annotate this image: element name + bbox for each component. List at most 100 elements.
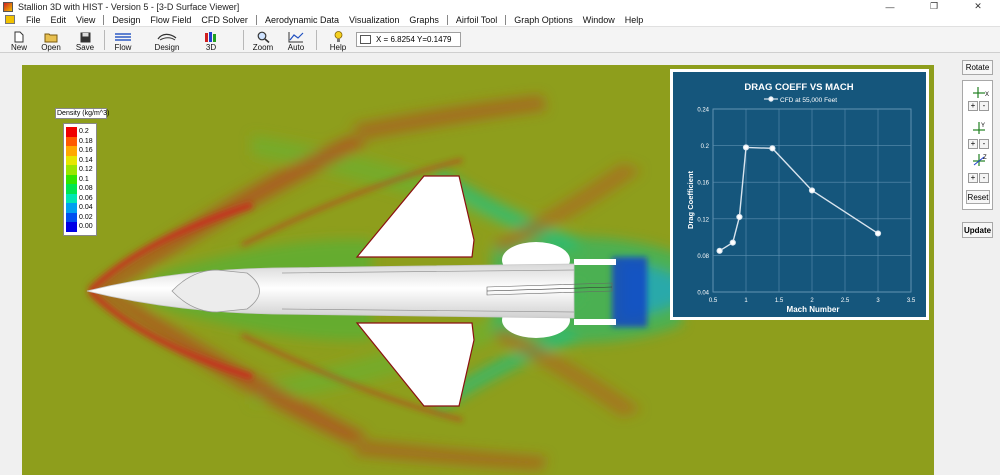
app-icon	[3, 1, 13, 12]
chart-title: DRAG COEFF VS MACH	[744, 82, 853, 93]
menu-flow-field[interactable]: Flow Field	[145, 15, 196, 25]
menu-visualization[interactable]: Visualization	[344, 15, 404, 25]
new-button[interactable]: New	[8, 29, 30, 52]
legend-entry: 0.2	[66, 127, 94, 137]
y-rotate-plus[interactable]: +	[968, 139, 978, 149]
legend-series-label: CFD at 55,000 Feet	[780, 97, 837, 104]
legend-swatch	[66, 146, 77, 156]
menu-view[interactable]: View	[71, 15, 100, 25]
data-point	[769, 145, 776, 152]
z-rotate-minus[interactable]: -	[979, 173, 989, 183]
legend-value: 0.08	[79, 185, 93, 193]
legend-value: 0.04	[79, 204, 93, 212]
drag-chart-panel: DRAG COEFF VS MACH CFD at 55,000 Feet 0.…	[670, 69, 929, 320]
z-axis-icon: Z	[971, 153, 987, 167]
y-tick-label: 0.08	[697, 254, 709, 260]
legend-entry: 0.18	[66, 136, 94, 146]
toolbar: New Open Save Flow Design 3D Zoom Auto H…	[0, 27, 1000, 53]
data-point	[808, 187, 816, 194]
y-axis-icon: Y	[971, 121, 987, 135]
maximize-button[interactable]: ❐	[912, 0, 956, 13]
auto-button[interactable]: Auto	[284, 29, 308, 52]
legend-value: 0.14	[79, 156, 93, 164]
z-rotate-plus[interactable]: +	[968, 173, 978, 183]
menu-aerodynamic-data[interactable]: Aerodynamic Data	[260, 15, 344, 25]
svg-text:Y: Y	[981, 123, 985, 129]
coordinate-readout: X = 6.8254 Y=0.1479	[356, 32, 461, 47]
y-tick-label: 0.12	[697, 217, 709, 223]
legend-swatch	[66, 222, 77, 232]
floppy-disk-icon	[80, 31, 91, 43]
folder-icon	[44, 31, 58, 43]
menu-file[interactable]: File	[21, 15, 46, 25]
legend-swatch	[66, 184, 77, 194]
legend-value: 0.12	[79, 166, 93, 174]
menu-cfd-solver[interactable]: CFD Solver	[196, 15, 253, 25]
design-button[interactable]: Design	[152, 29, 182, 52]
legend-value: 0.2	[79, 128, 89, 136]
legend-swatch	[66, 155, 77, 165]
auto-scale-chart-icon	[288, 31, 304, 43]
menu-separator	[446, 14, 448, 25]
menu-airfoil-tool[interactable]: Airfoil Tool	[451, 15, 502, 25]
density-legend: Density (kg/m^3) 0.2 0.18 0.16 0.14 0.12 0.1 0…	[55, 108, 110, 236]
axis-rotation-controls: X + - Y + - Z + - Reset	[962, 80, 993, 210]
menu-help[interactable]: Help	[620, 15, 649, 25]
close-button[interactable]: ✕	[956, 0, 1000, 13]
save-button[interactable]: Save	[73, 29, 97, 52]
new-file-icon	[14, 31, 24, 43]
svg-text:X: X	[985, 92, 989, 98]
menu-graphs[interactable]: Graphs	[404, 15, 444, 25]
toolbar-separator	[104, 30, 105, 50]
legend-swatch	[66, 165, 77, 175]
flow-button[interactable]: Flow	[110, 29, 136, 52]
magnifier-icon	[257, 31, 270, 43]
data-point	[742, 144, 750, 151]
reset-button[interactable]: Reset	[966, 190, 990, 204]
minimize-button[interactable]: —	[868, 0, 912, 13]
lower-strut	[574, 319, 616, 325]
toolbar-separator	[316, 30, 317, 50]
menu-separator	[255, 14, 257, 25]
rotate-button[interactable]: Rotate	[962, 60, 993, 75]
legend-swatch	[66, 136, 77, 146]
cursor-position-icon	[360, 35, 371, 44]
menu-edit[interactable]: Edit	[46, 15, 72, 25]
x-tick-label: 0.5	[709, 298, 718, 304]
menu-window[interactable]: Window	[578, 15, 620, 25]
3d-button[interactable]: 3D	[201, 29, 221, 52]
help-button[interactable]: Help	[327, 29, 349, 52]
y-rotate-minus[interactable]: -	[979, 139, 989, 149]
legend-entry: 0.02	[66, 212, 94, 222]
flow-lines-icon	[114, 31, 132, 43]
x-tick-label: 2.5	[841, 298, 850, 304]
3d-view-icon	[204, 31, 218, 43]
legend-title: Density (kg/m^3)	[55, 108, 110, 119]
x-axis-label: Mach Number	[787, 305, 840, 314]
coordinate-text: X = 6.8254 Y=0.1479	[376, 35, 452, 44]
y-axis-label: Drag Coefficient	[686, 171, 695, 229]
legend-value: 0.1	[79, 175, 89, 183]
legend-entry: 0.16	[66, 146, 94, 156]
y-tick-label: 0.16	[697, 181, 709, 187]
open-button[interactable]: Open	[38, 29, 64, 52]
y-tick-label: 0.04	[697, 291, 709, 297]
lightbulb-icon	[334, 31, 343, 43]
zoom-button[interactable]: Zoom	[251, 29, 275, 52]
x-tick-label: 1.5	[775, 298, 784, 304]
menu-bar: File Edit View Design Flow Field CFD Sol…	[0, 13, 1000, 27]
legend-entry: 0.14	[66, 155, 94, 165]
document-icon[interactable]	[5, 15, 15, 24]
menu-graph-options[interactable]: Graph Options	[509, 15, 578, 25]
legend-entry: 0.1	[66, 174, 94, 184]
svg-text:Z: Z	[983, 155, 987, 161]
x-rotate-minus[interactable]: -	[979, 101, 989, 111]
window-title: Stallion 3D with HIST - Version 5 - [3-D…	[18, 1, 240, 12]
menu-separator	[505, 14, 507, 25]
update-button[interactable]: Update	[962, 222, 993, 238]
data-point	[716, 247, 723, 254]
x-rotate-plus[interactable]: +	[968, 101, 978, 111]
legend-swatch	[66, 203, 77, 213]
legend-value: 0.02	[79, 213, 93, 221]
menu-design[interactable]: Design	[107, 15, 145, 25]
